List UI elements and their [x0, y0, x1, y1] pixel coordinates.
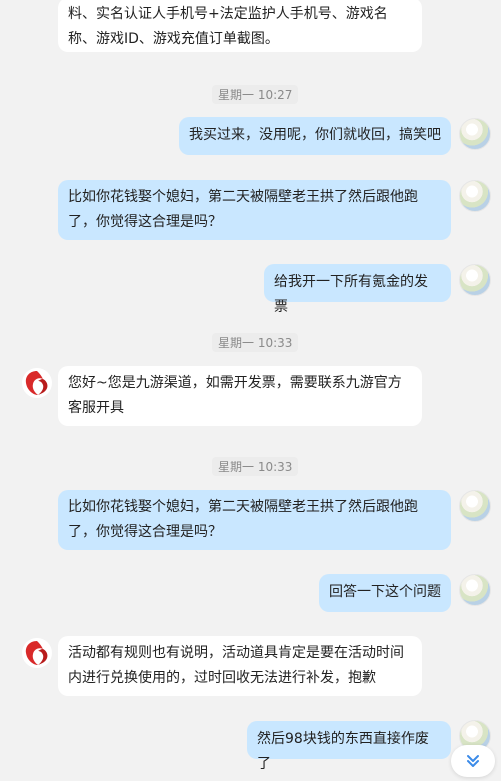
message-bubble-user: 我买过来，没用呢，你们就收回，搞笑吧: [179, 117, 451, 155]
message-text: 您好~您是九游渠道，如需开发票，需要联系九游官方客服开具: [68, 375, 402, 416]
user-avatar-icon[interactable]: [459, 118, 491, 150]
message-text: 活动都有规则也有说明，活动道具肯定是要在活动时间内进行兑换使用的，过时回收无法进…: [68, 645, 404, 686]
timestamp-divider: 星期一 10:27: [212, 85, 299, 104]
service-logo-icon: [22, 368, 52, 398]
message-bubble-user: 然后98块钱的东西直接作废了: [247, 721, 451, 772]
service-logo-icon: [22, 638, 52, 668]
message-text: 给我开一下所有氪金的发票: [274, 274, 428, 315]
user-avatar-icon[interactable]: [459, 180, 491, 212]
message-text: 回答一下这个问题: [329, 584, 441, 600]
message-text: 料、实名认证人手机号+法定监护人手机号、游戏名称、游戏ID、游戏充值订单截图。: [68, 6, 388, 47]
scroll-to-bottom-button[interactable]: [451, 745, 495, 777]
message-bubble-user: 比如你花钱娶个媳妇，第二天被隔壁老王拱了然后跟他跑了，你觉得这合理是吗？: [58, 490, 451, 550]
service-avatar-icon[interactable]: [21, 637, 53, 669]
user-avatar-icon[interactable]: [459, 574, 491, 606]
timestamp-divider: 星期一 10:33: [212, 333, 299, 352]
message-text: 然后98块钱的东西直接作废了: [257, 731, 429, 772]
message-text: 我买过来，没用呢，你们就收回，搞笑吧: [189, 127, 441, 143]
message-bubble-user: 比如你花钱娶个媳妇，第二天被隔壁老王拱了然后跟他跑了，你觉得这合理是吗？: [58, 180, 451, 240]
service-avatar-icon[interactable]: [21, 367, 53, 399]
message-bubble-service: 料、实名认证人手机号+法定监护人手机号、游戏名称、游戏ID、游戏充值订单截图。: [58, 0, 422, 52]
message-bubble-user: 给我开一下所有氪金的发票: [264, 264, 451, 315]
user-avatar-icon[interactable]: [459, 490, 491, 522]
message-bubble-service: 活动都有规则也有说明，活动道具肯定是要在活动时间内进行兑换使用的，过时回收无法进…: [58, 636, 422, 696]
timestamp-divider: 星期一 10:33: [212, 457, 299, 476]
user-avatar-icon[interactable]: [459, 264, 491, 296]
message-text: 比如你花钱娶个媳妇，第二天被隔壁老王拱了然后跟他跑了，你觉得这合理是吗？: [68, 499, 418, 540]
message-bubble-user: 回答一下这个问题: [319, 574, 451, 612]
chat-message-list: 料、实名认证人手机号+法定监护人手机号、游戏名称、游戏ID、游戏充值订单截图。 …: [0, 0, 501, 781]
message-text: 比如你花钱娶个媳妇，第二天被隔壁老王拱了然后跟他跑了，你觉得这合理是吗？: [68, 189, 418, 230]
chevron-double-down-icon: [467, 755, 479, 767]
message-bubble-service: 您好~您是九游渠道，如需开发票，需要联系九游官方客服开具: [58, 366, 422, 426]
